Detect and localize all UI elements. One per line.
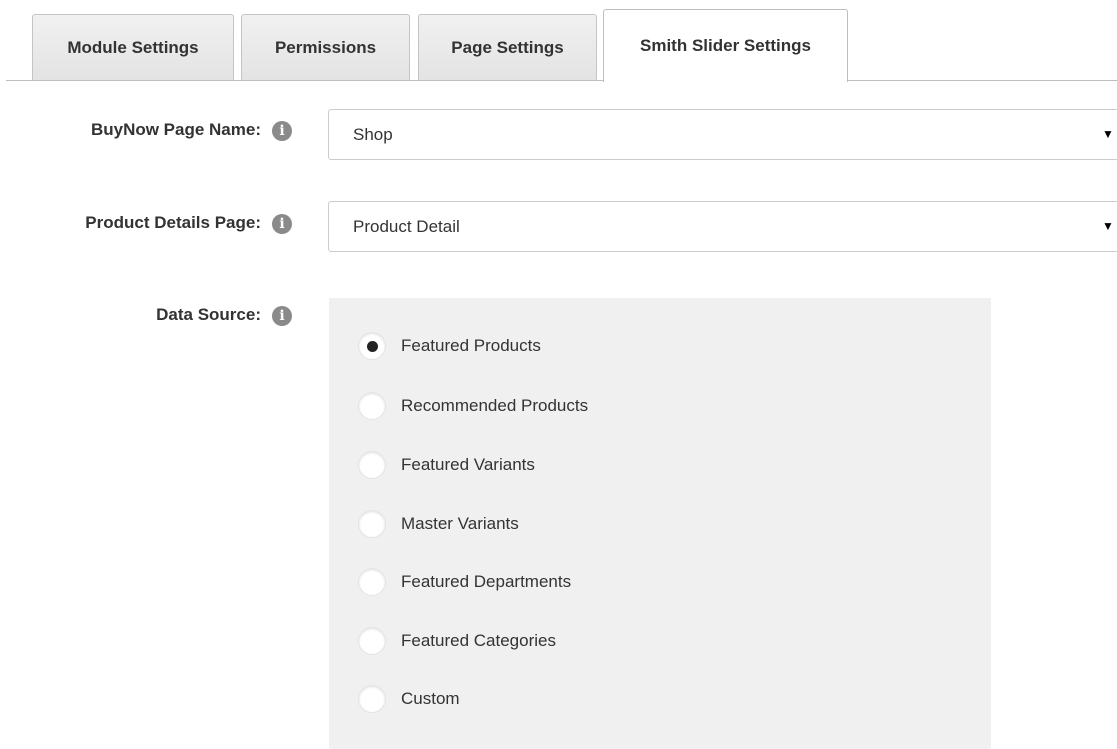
product-details-page-select[interactable]: Product Detail ▼ [328,201,1117,252]
radio-button[interactable] [358,685,386,713]
tab-page-settings[interactable]: Page Settings [418,14,597,80]
buynow-page-name-label: BuyNow Page Name: [90,120,261,139]
tab-label: Page Settings [451,37,564,57]
tab-smith-slider-settings[interactable]: Smith Slider Settings [603,9,848,82]
info-icon[interactable]: i [272,214,292,234]
product-details-page-label: Product Details Page: [85,213,261,232]
radio-custom[interactable]: Custom [358,684,460,714]
info-icon[interactable]: i [272,306,292,326]
radio-button[interactable] [358,568,386,596]
radio-button[interactable] [358,392,386,420]
tab-label: Permissions [274,37,377,57]
radio-button-checked[interactable] [358,332,386,360]
radio-label: Featured Products [401,336,541,355]
radio-recommended-products[interactable]: Recommended Products [358,391,588,421]
data-source-label: Data Source: [156,305,261,324]
caret-down-icon: ▼ [1102,127,1114,141]
info-icon[interactable]: i [272,121,292,141]
product-details-page-select-value: Product Detail [353,217,460,236]
tab-permissions[interactable]: Permissions [241,14,410,80]
tab-divider [6,80,1117,81]
radio-featured-variants[interactable]: Featured Variants [358,450,535,480]
data-source-radio-group: Featured Products Recommended Products F… [329,298,991,749]
radio-featured-departments[interactable]: Featured Departments [358,567,571,597]
radio-label: Featured Variants [401,455,535,474]
radio-button[interactable] [358,451,386,479]
caret-down-icon: ▼ [1102,219,1114,233]
page: Module Settings Permissions Page Setting… [0,0,1117,749]
radio-label: Custom [401,689,460,708]
radio-button[interactable] [358,627,386,655]
tab-label: Smith Slider Settings [640,36,811,55]
tab-module-settings[interactable]: Module Settings [32,14,234,80]
buynow-page-select-value: Shop [353,125,393,144]
tab-label: Module Settings [67,37,199,57]
radio-featured-products[interactable]: Featured Products [358,331,541,361]
radio-featured-categories[interactable]: Featured Categories [358,626,556,656]
radio-label: Master Variants [401,514,519,533]
radio-button[interactable] [358,510,386,538]
radio-master-variants[interactable]: Master Variants [358,509,519,539]
radio-label: Featured Categories [401,631,556,650]
tab-bar: Module Settings Permissions Page Setting… [0,0,1117,82]
radio-label: Featured Departments [401,572,572,591]
radio-label: Recommended Products [401,396,589,415]
buynow-page-select[interactable]: Shop ▼ [328,109,1117,160]
